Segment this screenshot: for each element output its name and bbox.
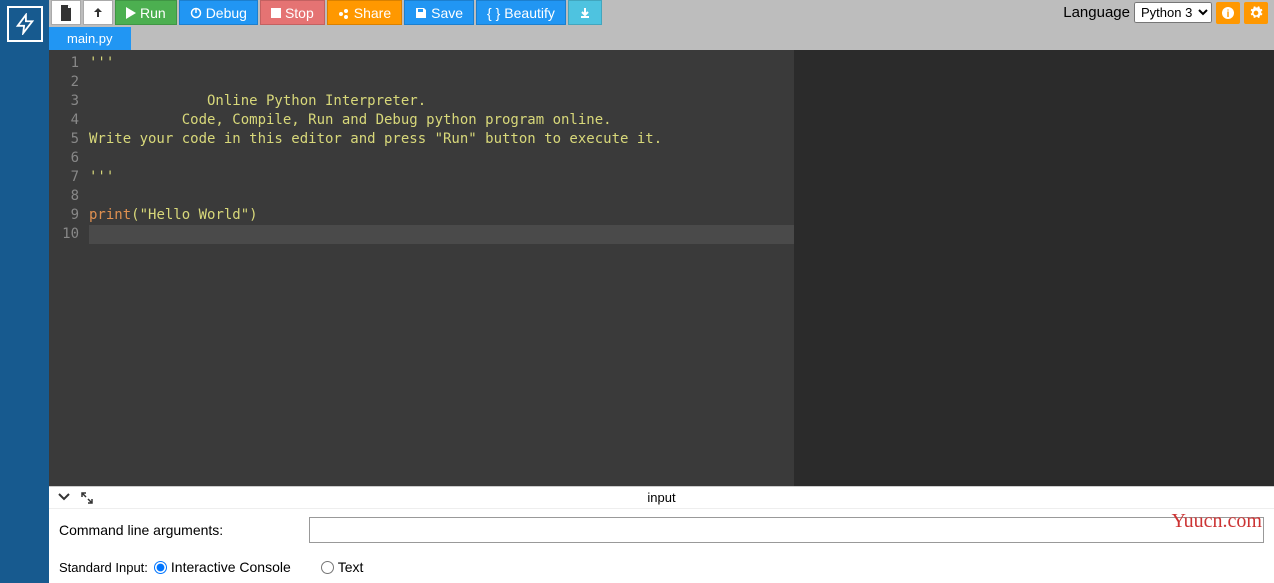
cmd-args-input[interactable] <box>309 517 1264 543</box>
language-label: Language <box>1063 4 1130 21</box>
beautify-button[interactable]: { } Beautify <box>476 0 566 25</box>
save-label: Save <box>431 5 463 21</box>
new-file-button[interactable] <box>51 0 81 25</box>
power-icon <box>190 7 202 19</box>
sidebar <box>0 0 49 583</box>
stop-label: Stop <box>285 5 314 21</box>
debug-label: Debug <box>206 5 247 21</box>
toolbar: Run Debug Stop Share Save { } Beautify <box>49 0 1274 25</box>
tab-bar: main.py <box>49 25 1274 50</box>
play-icon <box>126 7 136 19</box>
save-button[interactable]: Save <box>404 0 474 25</box>
line-gutter: 1 2 3 4 5 6 7 8 9 10 <box>49 54 89 486</box>
stdin-label: Standard Input: <box>59 560 148 575</box>
download-icon <box>578 6 592 20</box>
debug-button[interactable]: Debug <box>179 0 258 25</box>
language-select[interactable]: Python 3 <box>1134 2 1212 23</box>
download-button[interactable] <box>568 0 602 25</box>
tab-main-py[interactable]: main.py <box>49 27 131 50</box>
logo-icon <box>7 6 43 42</box>
panel-title: input <box>647 490 675 505</box>
cmd-args-label: Command line arguments: <box>59 522 299 538</box>
braces-icon: { } <box>487 5 500 21</box>
share-icon <box>338 7 350 19</box>
stop-button[interactable]: Stop <box>260 0 325 25</box>
share-button[interactable]: Share <box>327 0 402 25</box>
watermark: Yuucn.com <box>1171 510 1262 533</box>
radio-interactive[interactable]: Interactive Console <box>154 559 291 575</box>
radio-text[interactable]: Text <box>321 559 364 575</box>
upload-button[interactable] <box>83 0 113 25</box>
beautify-label: Beautify <box>504 5 555 21</box>
editor-right-pane <box>794 50 1274 486</box>
share-label: Share <box>354 5 391 21</box>
run-label: Run <box>140 5 166 21</box>
collapse-icon[interactable] <box>57 492 71 504</box>
input-panel: input Command line arguments: Standard I… <box>49 486 1274 583</box>
code-editor[interactable]: 1 2 3 4 5 6 7 8 9 10 ''' Online Python I… <box>49 50 794 486</box>
code-content[interactable]: ''' Online Python Interpreter. Code, Com… <box>89 54 794 486</box>
info-button[interactable]: i <box>1216 2 1240 24</box>
svg-text:i: i <box>1227 9 1230 20</box>
settings-button[interactable] <box>1244 2 1268 24</box>
save-icon <box>415 7 427 19</box>
run-button[interactable]: Run <box>115 0 177 25</box>
stop-icon <box>271 8 281 18</box>
expand-icon[interactable] <box>81 492 93 504</box>
